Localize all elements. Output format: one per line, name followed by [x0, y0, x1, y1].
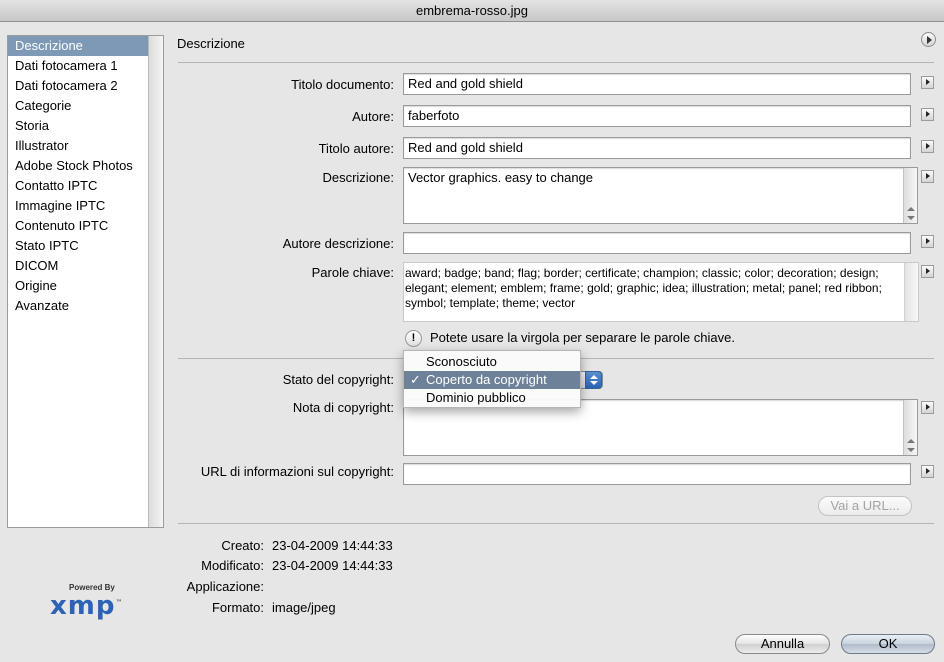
goto-url-button[interactable]: Vai a URL...	[818, 496, 912, 516]
description-menu-icon[interactable]	[921, 170, 934, 183]
format-label: Formato:	[211, 600, 264, 615]
sidebar-item-dati-fotocamera-1[interactable]: Dati fotocamera 1	[8, 56, 149, 76]
description-scrollbar[interactable]	[903, 168, 917, 223]
description-text: Vector graphics. easy to change	[408, 170, 594, 185]
keywords-label: Parole chiave:	[311, 265, 394, 280]
author-title-label: Titolo autore:	[318, 141, 394, 156]
sidebar-item-illustrator[interactable]: Illustrator	[8, 136, 149, 156]
window-title: embrema-rosso.jpg	[416, 3, 528, 18]
cancel-button[interactable]: Annulla	[735, 634, 830, 654]
ok-button[interactable]: OK	[841, 634, 935, 654]
document-title-menu-icon[interactable]	[921, 76, 934, 89]
keywords-hint-text: Potete usare la virgola per separare le …	[430, 330, 735, 345]
select-arrows-icon	[585, 371, 602, 389]
description-label: Descrizione:	[322, 170, 394, 185]
modified-value: 23-04-2009 14:44:33	[272, 558, 393, 573]
dropdown-option-sconosciuto[interactable]: Sconosciuto	[404, 353, 580, 371]
copyright-notice-menu-icon[interactable]	[921, 401, 934, 414]
keywords-scrollbar[interactable]	[904, 263, 918, 321]
sidebar-scrollbar[interactable]	[148, 36, 163, 527]
sidebar-item-storia[interactable]: Storia	[8, 116, 149, 136]
section-title: Descrizione	[177, 36, 245, 51]
keywords-text: award; badge; band; flag; border; certif…	[405, 266, 882, 310]
file-info-dialog: Descrizione Dati fotocamera 1 Dati fotoc…	[0, 22, 944, 662]
keywords-menu-icon[interactable]	[921, 265, 934, 278]
author-title-input[interactable]: Red and gold shield	[403, 137, 911, 159]
author-input[interactable]: faberfoto	[403, 105, 911, 127]
sidebar-item-origine[interactable]: Origine	[8, 276, 149, 296]
copyright-url-input[interactable]	[403, 463, 911, 485]
xmp-tm: ™	[115, 598, 124, 607]
copyright-url-menu-icon[interactable]	[921, 465, 934, 478]
dropdown-option-label: Dominio pubblico	[426, 390, 526, 405]
sidebar-item-descrizione[interactable]: Descrizione	[8, 36, 149, 56]
copyright-status-dropdown: Sconosciuto ✓ Coperto da copyright Domin…	[403, 350, 581, 408]
dropdown-option-coperto-da-copyright[interactable]: ✓ Coperto da copyright	[404, 371, 580, 389]
keywords-hint: ! Potete usare la virgola per separare le…	[405, 330, 735, 348]
sidebar-item-immagine-iptc[interactable]: Immagine IPTC	[8, 196, 149, 216]
format-value: image/jpeg	[272, 600, 336, 615]
dropdown-option-dominio-pubblico[interactable]: Dominio pubblico	[404, 389, 580, 407]
xmp-logo: Powered By xmp™	[48, 583, 128, 623]
divider-bottom	[178, 523, 934, 524]
author-menu-icon[interactable]	[921, 108, 934, 121]
sidebar-item-categorie[interactable]: Categorie	[8, 96, 149, 116]
divider-top	[178, 62, 934, 63]
template-menu-button[interactable]	[921, 32, 936, 47]
sidebar-item-contatto-iptc[interactable]: Contatto IPTC	[8, 176, 149, 196]
sidebar-item-avanzate[interactable]: Avanzate	[8, 296, 149, 316]
copyright-status-label: Stato del copyright:	[282, 372, 394, 387]
sidebar-item-stato-iptc[interactable]: Stato IPTC	[8, 236, 149, 256]
sidebar-item-dicom[interactable]: DICOM	[8, 256, 149, 276]
warning-icon: !	[405, 330, 422, 348]
sidebar-item-contenuto-iptc[interactable]: Contenuto IPTC	[8, 216, 149, 236]
application-label: Applicazione:	[186, 579, 264, 594]
author-title-menu-icon[interactable]	[921, 140, 934, 153]
copyright-notice-scrollbar[interactable]	[903, 400, 917, 455]
document-title-input[interactable]: Red and gold shield	[403, 73, 911, 95]
modified-label: Modificato:	[201, 558, 264, 573]
xmp-logo-word: xmp	[50, 591, 116, 621]
copyright-url-label: URL di informazioni sul copyright:	[200, 464, 394, 479]
created-label: Creato:	[221, 538, 264, 553]
xmp-logo-icon: xmp™	[50, 591, 123, 621]
window-title-bar: embrema-rosso.jpg	[0, 0, 944, 22]
checkmark-icon: ✓	[410, 372, 421, 387]
copyright-notice-label: Nota di copyright:	[292, 400, 394, 415]
sidebar-item-adobe-stock-photos[interactable]: Adobe Stock Photos	[8, 156, 149, 176]
keywords-textarea[interactable]: award; badge; band; flag; border; certif…	[403, 262, 919, 322]
dropdown-option-label: Coperto da copyright	[426, 372, 547, 387]
category-sidebar: Descrizione Dati fotocamera 1 Dati fotoc…	[7, 35, 164, 528]
dropdown-option-label: Sconosciuto	[426, 354, 497, 369]
document-title-label: Titolo documento:	[291, 77, 394, 92]
category-list: Descrizione Dati fotocamera 1 Dati fotoc…	[8, 36, 149, 527]
description-author-input[interactable]	[403, 232, 911, 254]
description-author-label: Autore descrizione:	[282, 236, 394, 251]
description-author-menu-icon[interactable]	[921, 235, 934, 248]
description-textarea[interactable]: Vector graphics. easy to change	[403, 167, 918, 224]
author-label: Autore:	[352, 109, 394, 124]
created-value: 23-04-2009 14:44:33	[272, 538, 393, 553]
sidebar-item-dati-fotocamera-2[interactable]: Dati fotocamera 2	[8, 76, 149, 96]
